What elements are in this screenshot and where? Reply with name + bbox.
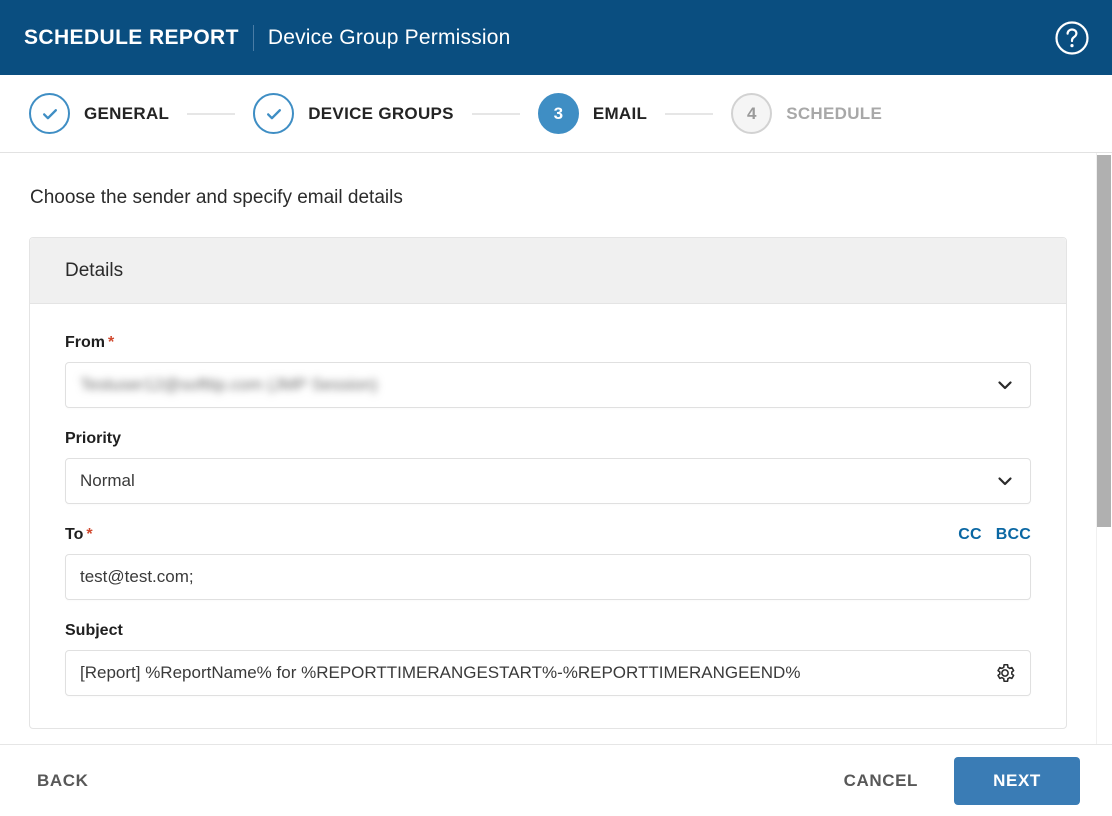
step-device-groups[interactable]: DEVICE GROUPS [253, 93, 454, 134]
details-card-title: Details [65, 260, 123, 282]
wizard-stepper: GENERAL DEVICE GROUPS 3 EMAIL 4 SCHEDULE [0, 75, 1112, 153]
to-input[interactable]: test@test.com; [65, 554, 1031, 600]
from-value: Testuser12@softtip.com (JMP Session) [80, 375, 378, 395]
step-email[interactable]: 3 EMAIL [538, 93, 647, 134]
bcc-link[interactable]: BCC [996, 526, 1031, 544]
step-2-status-icon [253, 93, 294, 134]
subject-label-wrap: Subject [65, 622, 123, 640]
content-scroll-area: Choose the sender and specify email deta… [0, 153, 1112, 744]
field-to: To* CC BCC test@test.com; [65, 526, 1031, 600]
cc-link[interactable]: CC [958, 526, 982, 544]
scrollbar-thumb[interactable] [1097, 155, 1111, 527]
field-subject: Subject [Report] %ReportName% for %REPOR… [65, 622, 1031, 696]
field-from: From* Testuser12@softtip.com (JMP Sessio… [65, 334, 1031, 408]
step-1-status-icon [29, 93, 70, 134]
footer-actions: CANCEL NEXT [838, 757, 1080, 805]
details-card-body: From* Testuser12@softtip.com (JMP Sessio… [30, 304, 1066, 728]
page-title: Device Group Permission [268, 26, 511, 50]
to-link-group: CC BCC [958, 526, 1031, 544]
cancel-button[interactable]: CANCEL [838, 770, 924, 792]
step-4-number: 4 [731, 93, 772, 134]
gear-icon[interactable] [994, 662, 1016, 684]
step-4-label: SCHEDULE [786, 104, 882, 124]
help-circle-icon[interactable] [1054, 20, 1090, 56]
chevron-down-icon [996, 472, 1014, 490]
title-bar: SCHEDULE REPORT Device Group Permission [0, 0, 1112, 75]
details-card-header: Details [30, 238, 1066, 304]
from-required-asterisk: * [108, 334, 114, 351]
priority-label: Priority [65, 430, 121, 447]
to-value: test@test.com; [80, 567, 194, 587]
field-to-label-row: To* CC BCC [65, 526, 1031, 544]
next-button[interactable]: NEXT [954, 757, 1080, 805]
step-2-label: DEVICE GROUPS [308, 104, 454, 124]
step-connector-3 [665, 113, 713, 115]
step-connector-1 [187, 113, 235, 115]
vertical-scrollbar[interactable] [1096, 153, 1112, 744]
priority-value: Normal [80, 471, 135, 491]
step-1-label: GENERAL [84, 104, 169, 124]
section-instruction: Choose the sender and specify email deta… [30, 187, 1083, 209]
field-priority: Priority Normal [65, 430, 1031, 504]
step-3-number: 3 [538, 93, 579, 134]
field-priority-label-row: Priority [65, 430, 1031, 448]
step-3-label: EMAIL [593, 104, 647, 124]
to-required-asterisk: * [86, 526, 92, 543]
title-divider [253, 25, 254, 51]
chevron-down-icon [996, 376, 1014, 394]
from-select[interactable]: Testuser12@softtip.com (JMP Session) [65, 362, 1031, 408]
step-connector-2 [472, 113, 520, 115]
to-label: To [65, 526, 83, 543]
from-label-wrap: From* [65, 334, 114, 352]
priority-select[interactable]: Normal [65, 458, 1031, 504]
subject-input[interactable]: [Report] %ReportName% for %REPORTTIMERAN… [65, 650, 1031, 696]
priority-label-wrap: Priority [65, 430, 121, 448]
schedule-report-wizard: SCHEDULE REPORT Device Group Permission … [0, 0, 1112, 816]
app-title: SCHEDULE REPORT [24, 26, 239, 50]
field-from-label-row: From* [65, 334, 1031, 352]
subject-label: Subject [65, 622, 123, 639]
field-subject-label-row: Subject [65, 622, 1031, 640]
wizard-footer: BACK CANCEL NEXT [0, 744, 1112, 816]
step-general[interactable]: GENERAL [29, 93, 169, 134]
from-label: From [65, 334, 105, 351]
to-label-wrap: To* [65, 526, 93, 544]
details-card: Details From* Testuser12@softtip.com (JM… [29, 237, 1067, 729]
back-button[interactable]: BACK [31, 770, 95, 792]
subject-value: [Report] %ReportName% for %REPORTTIMERAN… [80, 663, 800, 683]
step-schedule[interactable]: 4 SCHEDULE [731, 93, 882, 134]
